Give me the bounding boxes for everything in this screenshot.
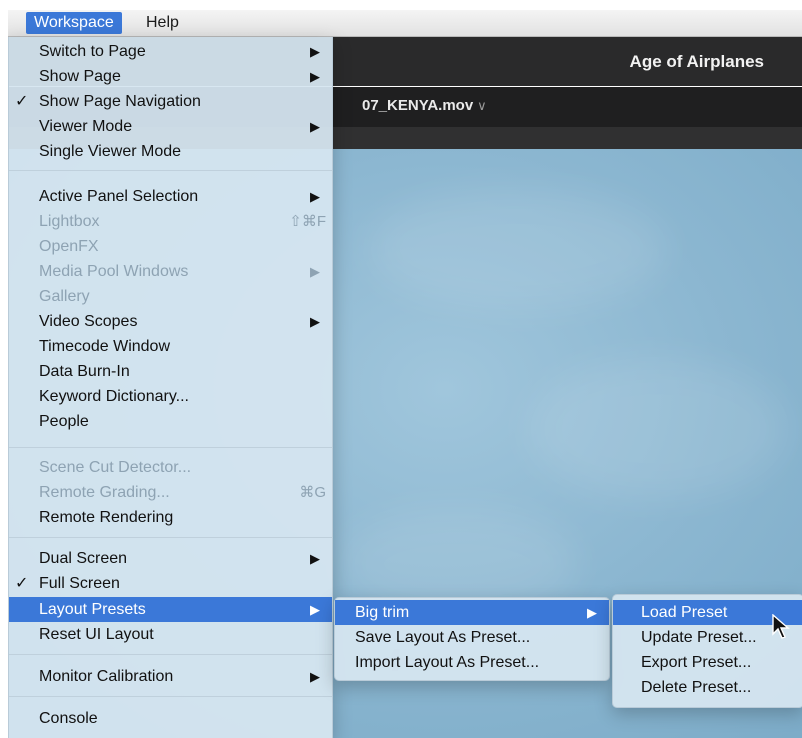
submenu-item-delete-preset[interactable]: Delete Preset... <box>613 675 802 700</box>
preset-actions-submenu: Load Preset Update Preset... Export Pres… <box>612 594 802 708</box>
menu-separator <box>9 537 332 538</box>
submenu-arrow-icon: ▶ <box>310 551 320 566</box>
menu-item-remote-grading[interactable]: Remote Grading... ⌘G <box>9 480 332 505</box>
submenu-arrow-icon: ▶ <box>310 669 320 684</box>
menu-item-media-pool-windows[interactable]: Media Pool Windows ▶ <box>9 259 332 284</box>
menu-item-reset-ui-layout[interactable]: Reset UI Layout <box>9 622 332 647</box>
menu-item-data-burn-in[interactable]: Data Burn-In <box>9 359 332 384</box>
menu-item-people[interactable]: People <box>9 409 332 434</box>
checkmark-icon: ✓ <box>15 93 29 110</box>
menubar-help[interactable]: Help <box>138 12 187 34</box>
clip-name: 07_KENYA.mov <box>362 97 474 114</box>
mouse-cursor-icon <box>772 614 790 639</box>
submenu-arrow-icon: ▶ <box>310 44 320 59</box>
chevron-down-icon: ∨ <box>477 98 487 113</box>
menu-item-single-viewer-mode[interactable]: Single Viewer Mode <box>9 139 332 164</box>
submenu-item-save-layout-as-preset[interactable]: Save Layout As Preset... <box>335 625 609 650</box>
menu-item-timecode-window[interactable]: Timecode Window <box>9 334 332 359</box>
submenu-arrow-icon: ▶ <box>310 314 320 329</box>
menu-item-keyword-dictionary[interactable]: Keyword Dictionary... <box>9 384 332 409</box>
submenu-arrow-icon: ▶ <box>310 69 320 84</box>
menu-item-lightbox[interactable]: Lightbox ⇧⌘F <box>9 209 332 234</box>
menu-item-dual-screen[interactable]: Dual Screen ▶ <box>9 546 332 571</box>
submenu-arrow-icon: ▶ <box>310 189 320 204</box>
workspace-menu: Switch to Page ▶ Show Page ▶ ✓ Show Page… <box>8 37 333 738</box>
menu-separator <box>9 170 332 171</box>
menu-separator <box>9 654 332 655</box>
menu-item-scene-cut-detector[interactable]: Scene Cut Detector... <box>9 455 332 480</box>
menu-item-switch-to-page[interactable]: Switch to Page ▶ <box>9 39 332 64</box>
submenu-item-import-layout-as-preset[interactable]: Import Layout As Preset... <box>335 650 609 675</box>
clip-selector[interactable]: 07_KENYA.mov ∨ <box>362 97 487 114</box>
menu-item-layout-presets[interactable]: Layout Presets ▶ <box>9 597 332 622</box>
shortcut-label: ⇧⌘F <box>289 213 326 230</box>
submenu-arrow-icon: ▶ <box>310 602 320 617</box>
menu-item-show-page-navigation[interactable]: ✓ Show Page Navigation <box>9 89 332 114</box>
menu-item-gallery[interactable]: Gallery <box>9 284 332 309</box>
submenu-item-big-trim[interactable]: Big trim ▶ <box>335 600 609 625</box>
menu-bar: Workspace Help <box>8 10 802 37</box>
viewer-cloud <box>528 359 788 499</box>
menubar-workspace[interactable]: Workspace <box>26 12 122 34</box>
checkmark-icon: ✓ <box>15 575 29 592</box>
app-window: Workspace Help Age of Airplanes 07_KENYA… <box>8 10 802 738</box>
menu-item-viewer-mode[interactable]: Viewer Mode ▶ <box>9 114 332 139</box>
menu-item-monitor-calibration[interactable]: Monitor Calibration ▶ <box>9 664 332 689</box>
submenu-item-export-preset[interactable]: Export Preset... <box>613 650 802 675</box>
menu-separator <box>9 696 332 697</box>
menu-item-remote-rendering[interactable]: Remote Rendering <box>9 505 332 530</box>
menu-item-video-scopes[interactable]: Video Scopes ▶ <box>9 309 332 334</box>
menu-item-active-panel-selection[interactable]: Active Panel Selection ▶ <box>9 184 332 209</box>
submenu-arrow-icon: ▶ <box>587 605 597 620</box>
menu-item-console[interactable]: Console <box>9 706 332 731</box>
menu-item-openfx[interactable]: OpenFX <box>9 234 332 259</box>
submenu-arrow-icon: ▶ <box>310 264 320 279</box>
shortcut-label: ⌘G <box>299 484 326 501</box>
menu-separator <box>9 447 332 448</box>
submenu-arrow-icon: ▶ <box>310 119 320 134</box>
menu-item-full-screen[interactable]: ✓ Full Screen <box>9 571 332 596</box>
menu-item-show-page[interactable]: Show Page ▶ <box>9 64 332 89</box>
layout-presets-submenu: Big trim ▶ Save Layout As Preset... Impo… <box>334 597 610 681</box>
viewer-cloud <box>368 189 668 309</box>
project-title: Age of Airplanes <box>629 52 764 71</box>
